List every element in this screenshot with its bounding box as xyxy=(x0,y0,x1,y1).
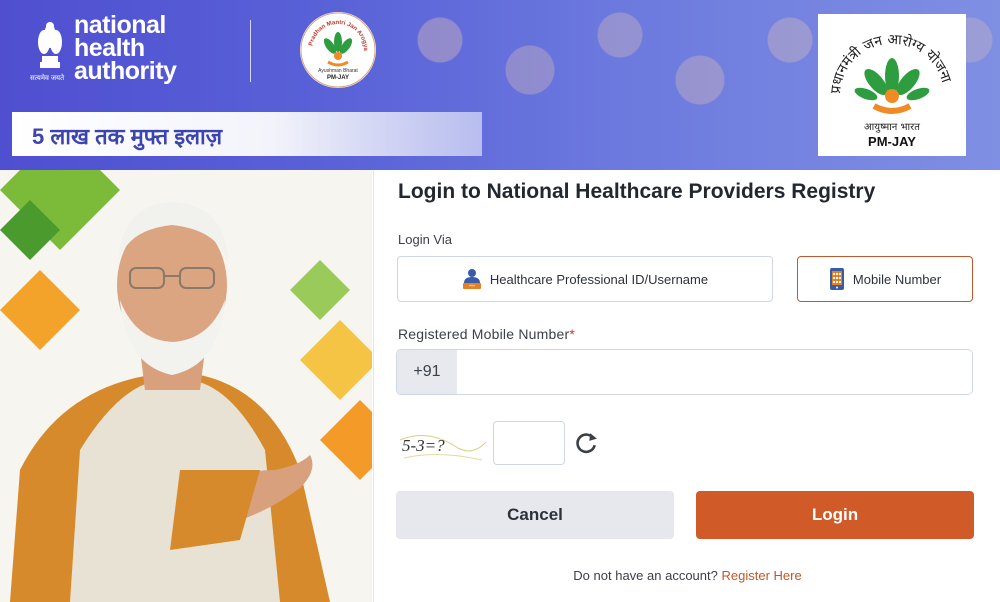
login-via-label: Login Via xyxy=(398,232,452,247)
mobile-number-label-text: Registered Mobile Number xyxy=(398,326,570,342)
register-link[interactable]: Register Here xyxy=(721,568,801,583)
header-divider xyxy=(250,20,251,82)
pmjay-small-sub: Ayushman Bharat xyxy=(318,68,358,74)
national-emblem-icon xyxy=(38,22,62,68)
login-option-hpid-label: Healthcare Professional ID/Username xyxy=(489,271,709,287)
tagline-bar: 5 लाख तक मुफ्त इलाज़ xyxy=(12,112,482,156)
login-option-hpid[interactable]: *** Healthcare Professional ID/Username xyxy=(397,256,773,302)
mobile-number-group: +91 xyxy=(396,349,973,395)
refresh-captcha-icon[interactable] xyxy=(573,430,599,456)
captcha-image: 5-3=? xyxy=(398,420,488,466)
page-title: Login to National Healthcare Providers R… xyxy=(398,180,876,203)
org-name-line3: authority xyxy=(74,57,177,85)
pmjay-small-code: PM-JAY xyxy=(327,75,349,81)
login-panel: Login to National Healthcare Providers R… xyxy=(373,170,1000,602)
leader-portrait-image xyxy=(0,170,372,602)
login-option-mobile-label: Mobile Number xyxy=(852,271,942,287)
emblem-motto: सत्यमेव जयते xyxy=(30,75,65,82)
login-option-mobile[interactable]: Mobile Number xyxy=(797,256,973,302)
login-button[interactable]: Login xyxy=(696,491,974,539)
signup-prompt: Do not have an account? Register Here xyxy=(374,568,1000,583)
mobile-number-label: Registered Mobile Number* xyxy=(398,326,575,342)
nha-logo: national health authority सत्यमेव जयते xyxy=(30,13,190,90)
signup-prompt-text: Do not have an account? xyxy=(573,568,718,583)
captcha-input[interactable] xyxy=(493,421,565,465)
pmjay-small-logo: Pradhan Mantri Jan Arogya Yojana Ayushma… xyxy=(300,12,376,88)
mobile-phone-icon xyxy=(829,268,844,290)
pmjay-logo-code: PM-JAY xyxy=(868,134,916,149)
captcha-text: 5-3=? xyxy=(402,436,445,455)
header-banner: national health authority सत्यमेव जयते P… xyxy=(0,0,1000,170)
pmjay-logo: प्रधानमंत्री जन आरोग्य योजना आयुष्मान भा… xyxy=(818,14,966,156)
svg-text:***: *** xyxy=(469,285,475,291)
country-code-prefix: +91 xyxy=(397,350,457,394)
mobile-number-input[interactable] xyxy=(457,350,972,394)
required-mark: * xyxy=(569,326,575,342)
user-id-icon: *** xyxy=(462,269,481,291)
portrait-illustration xyxy=(0,170,372,602)
org-name: national health authority xyxy=(74,13,177,85)
tagline: 5 लाख तक मुफ्त इलाज़ xyxy=(32,124,223,149)
pmjay-logo-sub: आयुष्मान भारत xyxy=(864,122,920,133)
cancel-button[interactable]: Cancel xyxy=(396,491,674,539)
